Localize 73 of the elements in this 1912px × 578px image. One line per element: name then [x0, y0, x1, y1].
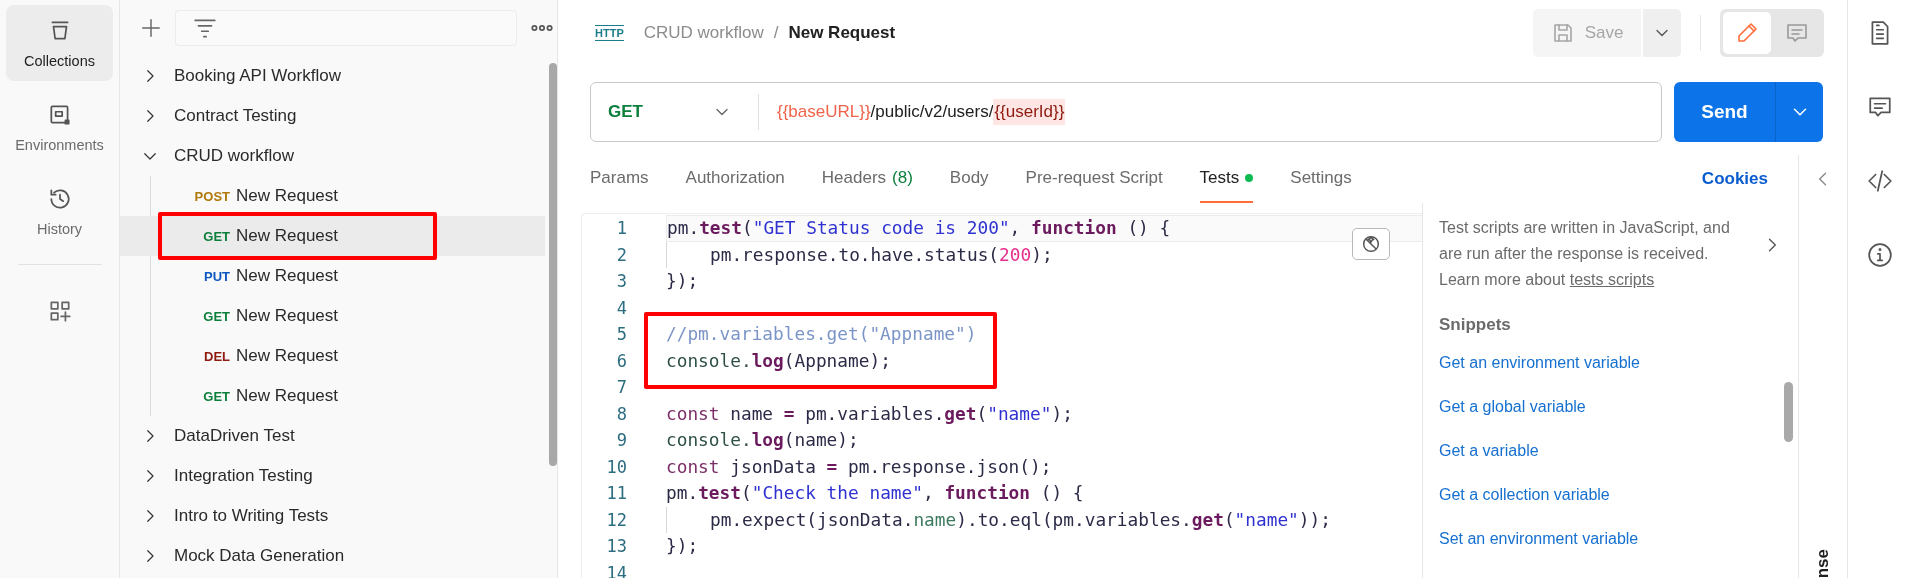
code-line: pm.expect(jsonData.name).to.eql(pm.variables.get("name")); — [666, 506, 1331, 533]
scrollbar[interactable] — [549, 63, 557, 466]
filter-field[interactable] — [175, 10, 517, 46]
code-line: console.log(name); — [666, 428, 859, 452]
line-number: 5 — [615, 323, 627, 346]
request-item[interactable]: DEL New Request — [120, 336, 545, 376]
code-line: console.log(Appname); — [666, 348, 891, 373]
breadcrumb-separator: / — [773, 23, 779, 43]
code-editor[interactable] — [581, 213, 1422, 578]
tab[interactable]: Settings — [1290, 155, 1352, 203]
line-number: 6 — [615, 349, 627, 373]
rail-tab[interactable]: Environments — [6, 89, 113, 165]
snippet-link[interactable]: Get an environment variable — [1439, 341, 1640, 385]
tab[interactable]: Body — [949, 155, 989, 203]
line-number: 2 — [615, 243, 627, 267]
line-number: 8 — [615, 402, 627, 426]
comment-icon — [1785, 21, 1809, 45]
code-icon[interactable] — [1867, 168, 1893, 194]
collection-item[interactable]: Integration Testing — [120, 456, 545, 496]
request-item[interactable]: POST New Request — [120, 176, 545, 216]
help-text: Test scripts are written in JavaScript, and are run after the response is received. Learn more about tests scripts — [1439, 218, 1731, 290]
add-icon[interactable] — [140, 17, 162, 39]
code-line: pm.test("GET Status code is 200", function () { — [667, 216, 1171, 240]
snippet-link[interactable]: Set an environment variable — [1439, 517, 1639, 561]
line-number: 13 — [605, 535, 627, 558]
request-item[interactable]: GET New Request — [120, 296, 545, 336]
url-field[interactable]: {{baseURL}}/public/v2/users/{{userId}} — [759, 94, 1066, 130]
request-item[interactable]: PUT New Request — [120, 256, 545, 296]
request-item[interactable]: GET New Request — [120, 376, 545, 416]
snippet-link[interactable]: Get a global variable — [1439, 385, 1586, 429]
code-line: const jsonData = pm.response.json(); — [666, 454, 1052, 479]
code-line: pm.test("Check the name", function () { — [666, 481, 1084, 505]
tab[interactable]: Tests — [1199, 155, 1254, 203]
snippets-heading: Snippets — [1439, 315, 1512, 335]
tab[interactable]: Authorization — [685, 155, 785, 203]
line-number: 4 — [615, 296, 627, 320]
rail-tab[interactable]: History — [6, 173, 113, 249]
beautify-button[interactable] — [1352, 228, 1390, 260]
wand-icon — [1360, 233, 1382, 255]
code-line: pm.response.to.have.status(200); — [666, 241, 1053, 268]
method-dropdown[interactable]: GET — [591, 94, 759, 130]
line-number: 7 — [615, 376, 627, 399]
cookies-link[interactable]: Cookies — [1701, 169, 1768, 189]
code-line: //pm.variables.get("Appname") — [666, 322, 977, 346]
line-number: 9 — [615, 429, 627, 452]
collection-item[interactable]: CRUD workflow — [120, 136, 545, 176]
line-number: 11 — [605, 482, 627, 505]
tests-scripts-link[interactable]: tests scripts — [1569, 271, 1655, 288]
collection-item[interactable]: Booking API Workflow — [120, 56, 545, 96]
collection-item[interactable]: DataDriven Test — [120, 416, 545, 456]
collection-item[interactable]: Intro to Writing Tests — [120, 496, 545, 536]
line-number: 12 — [605, 508, 627, 532]
collection-item[interactable]: Contract Testing — [120, 96, 545, 136]
tab[interactable]: Params — [590, 155, 649, 203]
collection-item[interactable]: Mock Data Generation — [120, 536, 545, 576]
line-number: 14 — [605, 561, 627, 578]
request-title: New Request — [788, 23, 896, 43]
code-line: }); — [666, 534, 699, 558]
snippet-link[interactable]: Get a collection variable — [1439, 473, 1610, 517]
snippet-link[interactable]: Get a variable — [1439, 429, 1539, 473]
scrollbar[interactable] — [1784, 382, 1793, 442]
tab[interactable]: Headers (8) — [821, 155, 913, 203]
tab[interactable]: Pre-request Script — [1025, 155, 1163, 203]
line-number: 1 — [615, 217, 627, 240]
breadcrumb-link[interactable]: CRUD workflow — [643, 23, 764, 43]
code-line: }); — [666, 269, 699, 293]
info-icon[interactable] — [1867, 242, 1893, 268]
response-pane-label[interactable]: nse — [1813, 548, 1833, 578]
rail-tab[interactable]: Collections — [6, 5, 113, 81]
code-line: const name = pm.variables.get("name"); — [666, 401, 1073, 426]
line-number: 3 — [615, 270, 627, 293]
pencil-icon — [1735, 21, 1759, 45]
line-number: 10 — [605, 455, 627, 479]
